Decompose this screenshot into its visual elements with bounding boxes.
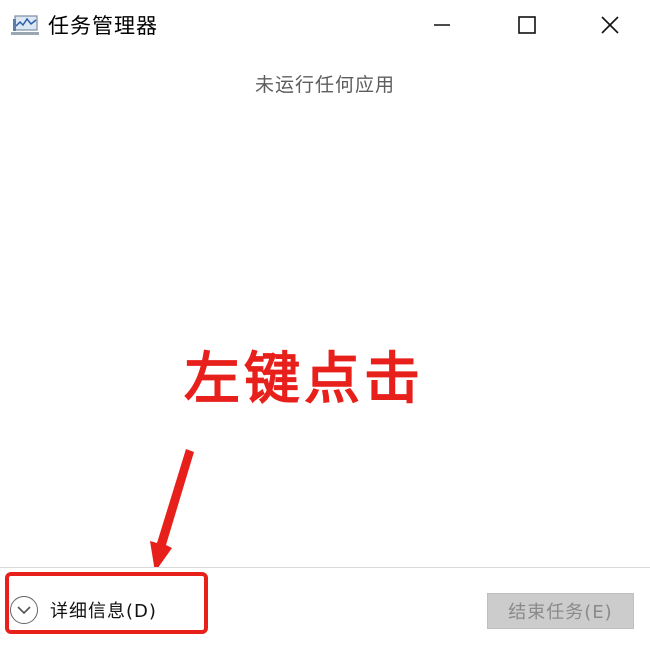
close-button[interactable] (578, 0, 642, 50)
window-title: 任务管理器 (48, 14, 158, 38)
annotation-label: 左键点击 (184, 347, 424, 412)
close-icon (601, 16, 619, 34)
annotation-highlight-box (5, 572, 208, 634)
maximize-icon (518, 16, 536, 34)
minimize-button[interactable] (410, 0, 474, 50)
title-bar: 任务管理器 (0, 0, 650, 50)
empty-state-message: 未运行任何应用 (254, 74, 395, 96)
task-manager-icon (10, 14, 40, 38)
annotation-arrow (150, 449, 194, 572)
maximize-button[interactable] (495, 0, 559, 50)
end-task-button[interactable]: 结束任务(E) (487, 593, 634, 629)
minimize-icon (434, 24, 450, 26)
